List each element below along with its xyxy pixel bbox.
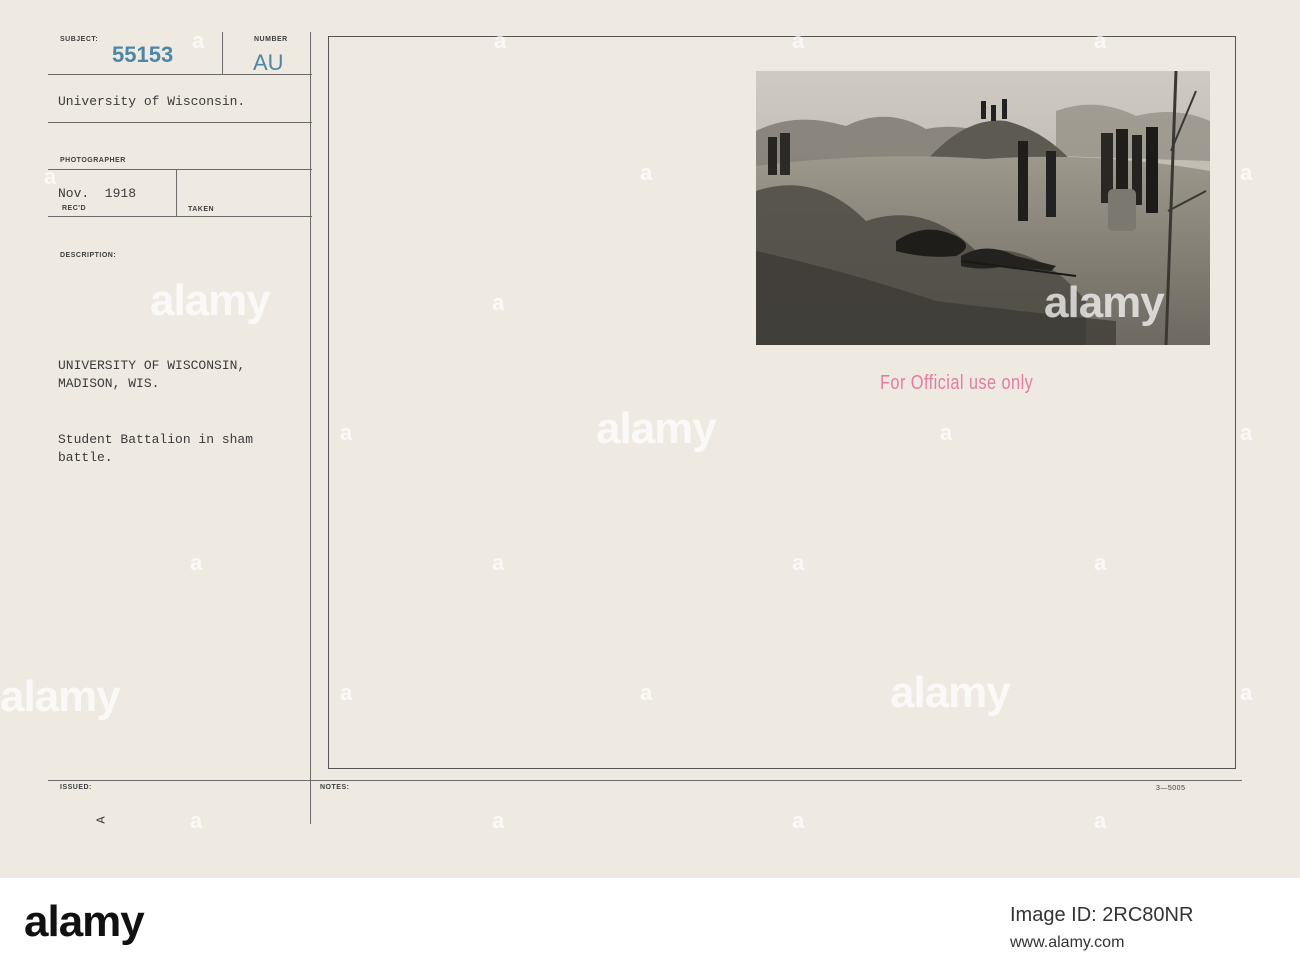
watermark-a-20: a — [492, 808, 505, 833]
date-rule — [48, 216, 312, 217]
description-label: DESCRIPTION: — [60, 252, 117, 259]
left-column-divider — [310, 32, 311, 824]
watermark-a-7: a — [1240, 160, 1253, 185]
university-rule — [48, 122, 312, 123]
watermark-a-9: a — [340, 420, 353, 445]
watermark-a-19: a — [190, 808, 203, 833]
watermark-a-17: a — [640, 680, 653, 705]
watermark-a-12: a — [190, 550, 203, 575]
watermark-a-22: a — [1094, 808, 1107, 833]
location-line-1: UNIVERSITY OF WISCONSIN, — [58, 358, 246, 373]
watermark-center: alamy — [596, 404, 717, 453]
description-line-1: Student Battalion in sham — [58, 432, 254, 447]
archive-card: SUBJECT: 55153 NUMBER AU University of W… — [0, 0, 1300, 878]
watermark-left-bottom: alamy — [0, 672, 121, 721]
number-code: AU — [253, 50, 284, 75]
watermark-a-13: a — [492, 550, 505, 575]
watermark-a-10: a — [940, 420, 953, 445]
footer-image-id: Image ID: 2RC80NR — [1010, 904, 1194, 926]
watermark-right-top: alamy — [1044, 278, 1165, 327]
watermark-left: alamy — [150, 276, 271, 325]
watermark-a-16: a — [340, 680, 353, 705]
watermark-a-11: a — [1240, 420, 1253, 445]
number-divider — [222, 32, 223, 74]
footer-url: www.alamy.com — [1010, 934, 1125, 951]
taken-label: TAKEN — [188, 206, 215, 213]
watermark-a-6: a — [640, 160, 653, 185]
watermark-a-15: a — [1094, 550, 1107, 575]
issued-label: ISSUED: — [60, 784, 92, 791]
watermark-a-3: a — [792, 28, 805, 53]
recd-label: REC'D — [62, 205, 86, 212]
issued-rule — [48, 780, 1242, 781]
watermark-right-bottom: alamy — [890, 668, 1011, 717]
official-use-stamp: For Official use only — [880, 372, 1034, 394]
date-divider — [176, 170, 177, 216]
form-number: 3—5005 — [1156, 785, 1186, 792]
watermark-a-5: a — [44, 164, 57, 189]
watermark-a-14: a — [792, 550, 805, 575]
number-label: NUMBER — [254, 36, 288, 43]
watermark-a-1: a — [192, 28, 205, 53]
watermark-a-4: a — [1094, 28, 1107, 53]
received-date: Nov. 1918 — [58, 186, 137, 201]
watermark-a-18: a — [1240, 680, 1253, 705]
issued-mark: A — [94, 816, 109, 824]
photographer-rule — [48, 169, 312, 170]
university-line: University of Wisconsin. — [58, 94, 246, 109]
location-line-2: MADISON, WIS. — [58, 376, 160, 391]
description-line-2: battle. — [58, 450, 113, 465]
notes-label: NOTES: — [320, 784, 350, 791]
watermark-a-2: a — [494, 28, 507, 53]
footer-logo: alamy — [24, 897, 145, 946]
watermark-a-8: a — [492, 290, 505, 315]
subject-label: SUBJECT: — [60, 36, 99, 43]
subject-number: 55153 — [112, 42, 174, 67]
photographer-label: PHOTOGRAPHER — [60, 157, 126, 164]
watermark-a-21: a — [792, 808, 805, 833]
